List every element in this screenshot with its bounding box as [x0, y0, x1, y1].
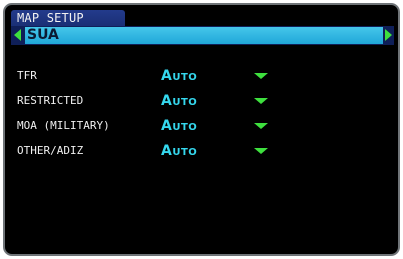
setting-label: RESTRICTED: [17, 94, 84, 107]
setting-label: OTHER/ADIZ: [17, 144, 84, 157]
setting-row-restricted: RESTRICTED Auto: [5, 92, 398, 110]
dropdown-arrow-icon[interactable]: [254, 123, 268, 129]
dropdown-arrow-icon[interactable]: [254, 73, 268, 79]
setting-value[interactable]: Auto: [161, 142, 197, 160]
map-setup-window: MAP SETUP SUA TFR Auto RESTRICTED Auto M…: [3, 3, 400, 256]
window-title: MAP SETUP: [11, 10, 125, 26]
category-selector[interactable]: SUA: [11, 26, 394, 45]
setting-row-other-adiz: OTHER/ADIZ Auto: [5, 142, 398, 160]
dropdown-arrow-icon[interactable]: [254, 98, 268, 104]
left-arrow-icon[interactable]: [14, 29, 21, 41]
setting-value[interactable]: Auto: [161, 92, 197, 110]
setting-label: MOA (MILITARY): [17, 119, 110, 132]
setting-value[interactable]: Auto: [161, 117, 197, 135]
setting-row-tfr: TFR Auto: [5, 67, 398, 85]
dropdown-arrow-icon[interactable]: [254, 148, 268, 154]
setting-value[interactable]: Auto: [161, 67, 197, 85]
category-selector-value[interactable]: SUA: [25, 27, 383, 44]
setting-row-moa: MOA (MILITARY) Auto: [5, 117, 398, 135]
setting-label: TFR: [17, 69, 37, 82]
right-arrow-icon[interactable]: [385, 29, 392, 41]
